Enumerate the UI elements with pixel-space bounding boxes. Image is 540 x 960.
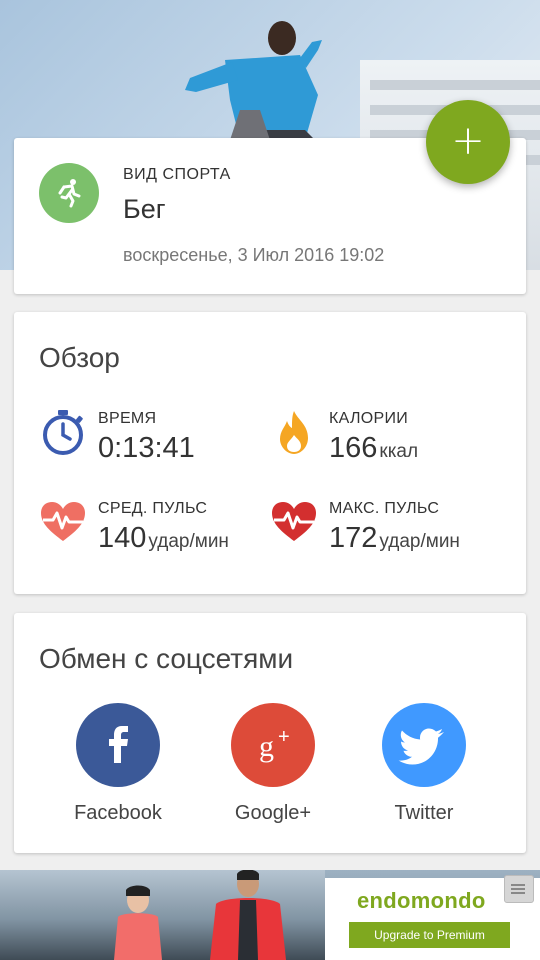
share-label: Google+ bbox=[234, 802, 312, 824]
twitter-circle[interactable] bbox=[382, 703, 466, 787]
stat-value: 172 удар/мин bbox=[329, 522, 460, 554]
stat-calories: КАЛОРИИ 166 ккал bbox=[270, 408, 510, 468]
svg-text:+: + bbox=[278, 726, 290, 748]
stat-label: ВРЕМЯ bbox=[98, 410, 157, 427]
stat-label: МАКС. ПУЛЬС bbox=[329, 500, 440, 517]
stat-label: СРЕД. ПУЛЬС bbox=[98, 500, 208, 517]
overview-card: Обзор ВРЕМЯ 0:13:41 КАЛОРИИ 166 ккал СРЕД… bbox=[14, 312, 526, 594]
stat-label: КАЛОРИИ bbox=[329, 410, 409, 427]
stat-unit: удар/мин bbox=[379, 531, 460, 552]
stat-value: 140 удар/мин bbox=[98, 522, 229, 554]
workout-date: воскресенье, 3 Июл 2016 19:02 bbox=[123, 245, 385, 265]
ad-runner-image bbox=[114, 885, 162, 960]
google-plus-circle[interactable]: g + bbox=[231, 703, 315, 787]
sport-type-value: Бег bbox=[123, 194, 166, 224]
sport-avatar bbox=[39, 163, 99, 223]
share-twitter-button[interactable]: Twitter bbox=[364, 703, 484, 825]
facebook-icon bbox=[109, 726, 128, 763]
facebook-circle[interactable] bbox=[76, 703, 160, 787]
ad-banner[interactable]: endomondo Upgrade to Premium bbox=[0, 870, 540, 960]
share-facebook-button[interactable]: Facebook bbox=[58, 703, 178, 825]
stat-value: 166 ккал bbox=[329, 432, 419, 464]
heart-pulse-icon bbox=[41, 502, 85, 541]
ad-runner-image bbox=[210, 870, 286, 960]
ad-close-icon[interactable] bbox=[504, 875, 534, 903]
stat-max-heart-rate: МАКС. ПУЛЬС 172 удар/мин bbox=[270, 498, 510, 558]
stat-value: 0:13:41 bbox=[98, 432, 195, 464]
add-button[interactable]: + bbox=[426, 100, 510, 184]
share-label: Facebook bbox=[74, 802, 162, 824]
running-icon bbox=[58, 179, 81, 208]
share-google-plus-button[interactable]: g + Google+ bbox=[213, 703, 333, 825]
google-plus-icon: g + bbox=[259, 726, 290, 763]
twitter-icon bbox=[398, 728, 444, 765]
overview-title: Обзор bbox=[39, 342, 120, 373]
social-share-card: Обмен с соцсетями Facebook g + Google+ T… bbox=[14, 613, 526, 853]
stat-avg-heart-rate: СРЕД. ПУЛЬС 140 удар/мин bbox=[39, 498, 269, 558]
stat-unit: удар/мин bbox=[148, 531, 229, 552]
stat-unit: ккал bbox=[379, 441, 419, 462]
stopwatch-icon bbox=[43, 410, 83, 455]
sport-type-label: ВИД СПОРТА bbox=[123, 166, 231, 183]
share-label: Twitter bbox=[394, 802, 454, 824]
upgrade-premium-button[interactable]: Upgrade to Premium bbox=[349, 922, 510, 948]
stat-duration: ВРЕМЯ 0:13:41 bbox=[39, 408, 259, 468]
heart-pulse-max-icon bbox=[272, 502, 316, 541]
svg-text:g: g bbox=[259, 730, 274, 763]
flame-icon bbox=[280, 411, 308, 454]
endomondo-logo: endomondo bbox=[357, 888, 486, 913]
social-title: Обмен с соцсетями bbox=[39, 643, 294, 674]
